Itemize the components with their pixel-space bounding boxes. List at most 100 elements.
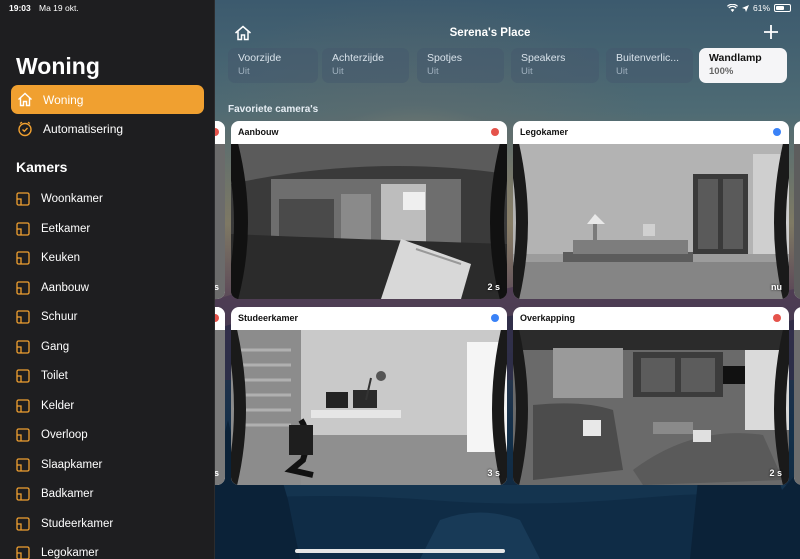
camera-feed <box>513 328 789 485</box>
camera-timestamp: 2 s <box>769 468 782 478</box>
sidebar-room-overloop[interactable]: Overloop <box>16 425 88 445</box>
sidebar: Woning Woning Automatisering Kamers Woon… <box>0 0 215 559</box>
tile-name: Achterzijde <box>332 52 384 64</box>
sidebar-room-gang[interactable]: Gang <box>16 337 69 357</box>
tile-state: Uit <box>616 66 628 77</box>
room-label: Eetkamer <box>41 222 91 235</box>
sidebar-room-legokamer[interactable]: Legokamer <box>16 543 99 559</box>
sidebar-room-studeerkamer[interactable]: Studeerkamer <box>16 514 113 534</box>
room-label: Legokamer <box>41 547 99 559</box>
sidebar-room-toilet[interactable]: Toilet <box>16 366 68 386</box>
room-icon <box>16 428 30 442</box>
room-icon <box>16 398 30 413</box>
room-label: Keuken <box>41 252 81 264</box>
accessory-tile-speakers[interactable]: Speakers Uit <box>511 48 599 83</box>
accessory-tile-spotjes[interactable]: Spotjes Uit <box>417 48 504 83</box>
room-icon <box>16 221 30 236</box>
status-date: Ma 19 okt. <box>39 3 79 13</box>
camera-feed <box>513 142 789 299</box>
room-label: Toilet <box>41 370 68 382</box>
nav-item-woning[interactable]: Woning <box>11 85 204 114</box>
sidebar-room-woonkamer[interactable]: Woonkamer <box>16 189 103 209</box>
header-home-button[interactable] <box>234 25 252 41</box>
tile-name: Voorzijde <box>238 52 282 64</box>
camera-tile-overkapping[interactable]: Overkapping 2 s <box>513 307 789 485</box>
plus-icon <box>764 25 778 39</box>
room-label: Schuur <box>41 311 78 323</box>
recording-dot <box>773 314 781 322</box>
battery-icon <box>774 4 791 12</box>
room-label: Gang <box>41 340 70 353</box>
accessory-tile-buitenverlic[interactable]: Buitenverlic... Uit <box>606 48 693 83</box>
home-icon <box>235 25 251 41</box>
camera-name: Legokamer <box>520 127 569 137</box>
sidebar-room-schuur[interactable]: Schuur <box>16 307 77 327</box>
room-icon <box>16 310 30 324</box>
sidebar-title: Woning <box>16 53 100 79</box>
camera-tile-partial-right-bottom[interactable] <box>794 307 800 485</box>
favorite-cameras-label: Favoriete camera's <box>228 104 319 115</box>
accessory-tile-achterzijde[interactable]: Achterzijde Uit <box>322 48 409 83</box>
sidebar-room-aanbouw[interactable]: Aanbouw <box>16 278 89 298</box>
room-label: Kelder <box>41 399 75 412</box>
room-icon <box>16 487 30 501</box>
tile-name: Speakers <box>521 52 566 64</box>
sidebar-room-slaapkamer[interactable]: Slaapkamer <box>16 455 102 475</box>
camera-feed <box>231 328 507 485</box>
sidebar-room-keuken[interactable]: Keuken <box>16 248 80 268</box>
sidebar-room-badkamer[interactable]: Badkamer <box>16 484 93 504</box>
room-icon <box>16 369 30 383</box>
accessory-tile-voorzijde[interactable]: Voorzijde Uit <box>228 48 318 83</box>
room-icon <box>16 280 30 295</box>
sidebar-room-kelder[interactable]: Kelder <box>16 396 74 416</box>
camera-tile-legokamer[interactable]: Legokamer nu <box>513 121 789 299</box>
tile-name: Spotjes <box>427 52 463 64</box>
status-indicators: 61% <box>726 3 791 13</box>
camera-name: Overkapping <box>520 313 576 323</box>
tile-state: Uit <box>332 66 344 77</box>
tile-state: Uit <box>238 66 250 77</box>
page-title: Serena's Place <box>449 27 531 39</box>
room-icon <box>16 339 30 354</box>
recording-dot <box>491 128 499 136</box>
nav-item-label: Woning <box>43 92 84 107</box>
nav-item-label: Automatisering <box>43 121 124 136</box>
room-label: Aanbouw <box>41 281 89 294</box>
battery-percentage: 61% <box>752 3 770 13</box>
add-button[interactable] <box>763 24 779 40</box>
camera-feed <box>231 142 507 299</box>
camera-tile-partial-right-top[interactable] <box>794 121 800 299</box>
room-icon <box>16 251 30 265</box>
location-arrow-icon <box>741 4 749 12</box>
accessory-tile-wandlamp[interactable]: Wandlamp 100% <box>699 48 787 83</box>
sidebar-room-eetkamer[interactable]: Eetkamer <box>16 219 90 239</box>
tile-state: 100% <box>709 66 734 77</box>
tile-state: Uit <box>521 66 533 77</box>
camera-tile-studeerkamer[interactable]: Studeerkamer 3 s <box>231 307 507 485</box>
room-icon <box>16 192 30 206</box>
camera-timestamp: nu <box>771 282 782 292</box>
clock-check-icon <box>16 120 34 138</box>
room-label: Slaapkamer <box>41 458 103 471</box>
room-label: Overloop <box>41 429 88 441</box>
camera-timestamp: 2 s <box>487 282 500 292</box>
camera-tile-aanbouw[interactable]: Aanbouw 2 s <box>231 121 507 299</box>
nav-item-automatisering[interactable]: Automatisering <box>11 114 204 143</box>
section-title-kamers: Kamers <box>16 159 68 175</box>
status-bar: 19:03 Ma 19 okt. 61% <box>0 0 800 16</box>
room-icon <box>16 546 30 559</box>
tile-name: Wandlamp <box>709 52 762 64</box>
tile-state: Uit <box>427 66 439 77</box>
home-icon <box>16 91 34 109</box>
room-icon <box>16 457 30 472</box>
tile-name: Buitenverlic... <box>616 52 680 64</box>
room-label: Woonkamer <box>41 193 103 205</box>
room-icon <box>16 516 30 531</box>
camera-timestamp: 3 s <box>487 468 500 478</box>
wifi-icon <box>726 4 738 12</box>
camera-name: Aanbouw <box>238 127 279 137</box>
home-indicator[interactable] <box>295 549 505 553</box>
room-label: Studeerkamer <box>41 517 114 530</box>
recording-dot <box>773 128 781 136</box>
recording-dot <box>491 314 499 322</box>
